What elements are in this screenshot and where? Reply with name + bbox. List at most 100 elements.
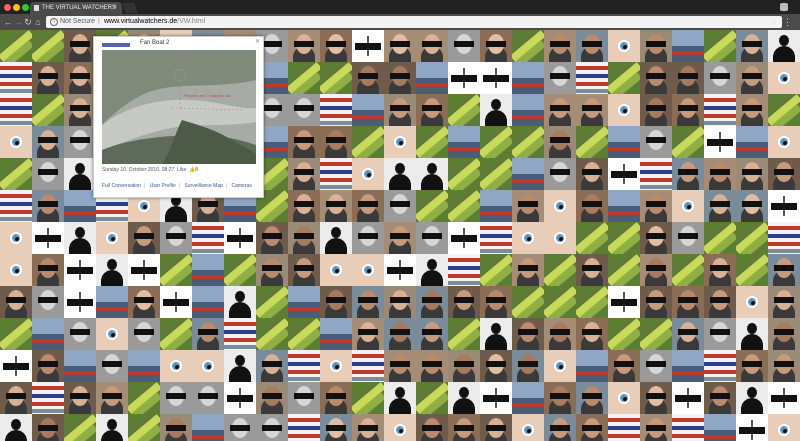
thumbnail[interactable]: [0, 190, 32, 222]
thumbnail[interactable]: [32, 350, 64, 382]
thumbnail[interactable]: [512, 222, 544, 254]
thumbnail[interactable]: [64, 158, 96, 190]
thumbnail[interactable]: [672, 94, 704, 126]
thumbnail[interactable]: [704, 286, 736, 318]
thumbnail[interactable]: [576, 222, 608, 254]
thumbnail[interactable]: [288, 350, 320, 382]
thumbnail[interactable]: [640, 222, 672, 254]
thumbnail[interactable]: [672, 414, 704, 441]
thumbnail[interactable]: [320, 30, 352, 62]
thumbnail[interactable]: [352, 30, 384, 62]
thumbnail[interactable]: [352, 414, 384, 441]
thumbnail[interactable]: [224, 350, 256, 382]
thumbnail[interactable]: [352, 254, 384, 286]
thumbnail[interactable]: [384, 190, 416, 222]
info-icon[interactable]: i: [50, 18, 58, 26]
thumbnail[interactable]: [96, 318, 128, 350]
like-button[interactable]: Like: [177, 167, 186, 173]
thumbnail[interactable]: [160, 350, 192, 382]
thumbnail[interactable]: [544, 126, 576, 158]
thumbnail[interactable]: [288, 190, 320, 222]
thumbnail[interactable]: [672, 126, 704, 158]
thumbnail[interactable]: [512, 350, 544, 382]
thumbnail[interactable]: [576, 158, 608, 190]
thumbnail[interactable]: [544, 318, 576, 350]
address-bar[interactable]: i Not Secure | www.virtualwatchers.de/VW…: [46, 16, 782, 28]
thumbnail[interactable]: [640, 190, 672, 222]
thumbnail[interactable]: [384, 350, 416, 382]
maximize-window-button[interactable]: [22, 4, 29, 11]
thumbnail[interactable]: [640, 318, 672, 350]
thumbnail[interactable]: [32, 62, 64, 94]
thumbnail[interactable]: [0, 318, 32, 350]
thumbnail[interactable]: [160, 382, 192, 414]
thumbnail[interactable]: [576, 62, 608, 94]
thumbnail[interactable]: [640, 382, 672, 414]
thumbnail[interactable]: [768, 414, 800, 441]
thumbnail[interactable]: [480, 190, 512, 222]
thumbnail[interactable]: [768, 30, 800, 62]
thumbnail[interactable]: [608, 94, 640, 126]
thumbnail[interactable]: [704, 350, 736, 382]
thumbnail[interactable]: [192, 382, 224, 414]
thumbnail[interactable]: [416, 222, 448, 254]
thumbnail[interactable]: [640, 414, 672, 441]
thumbnail[interactable]: [608, 254, 640, 286]
thumbnail[interactable]: [480, 382, 512, 414]
thumbnail[interactable]: [416, 62, 448, 94]
thumbnail[interactable]: [672, 158, 704, 190]
thumbnail[interactable]: [384, 158, 416, 190]
thumbnail[interactable]: [736, 382, 768, 414]
thumbnail[interactable]: [672, 62, 704, 94]
thumbnail[interactable]: [544, 30, 576, 62]
thumbnail[interactable]: [704, 94, 736, 126]
thumbnail[interactable]: [288, 30, 320, 62]
thumbnail[interactable]: [704, 30, 736, 62]
thumbnail[interactable]: [320, 62, 352, 94]
thumbnail[interactable]: [480, 414, 512, 441]
thumbnail[interactable]: [704, 158, 736, 190]
thumbnail[interactable]: [352, 318, 384, 350]
thumbnail[interactable]: [320, 222, 352, 254]
thumbnail[interactable]: [352, 286, 384, 318]
thumbnail[interactable]: [512, 30, 544, 62]
thumbnail[interactable]: [448, 126, 480, 158]
thumbnail[interactable]: [736, 126, 768, 158]
thumbnail[interactable]: [128, 318, 160, 350]
thumbnail[interactable]: [768, 94, 800, 126]
reload-button[interactable]: ↻: [23, 16, 33, 28]
surveillance-map-link[interactable]: Surveillance Map: [184, 183, 222, 189]
thumbnail[interactable]: [672, 222, 704, 254]
thumbnail[interactable]: [384, 222, 416, 254]
thumbnail[interactable]: [352, 382, 384, 414]
thumbnail[interactable]: [64, 222, 96, 254]
thumbnail[interactable]: [256, 254, 288, 286]
thumbnail[interactable]: [320, 286, 352, 318]
thumbnail[interactable]: [480, 30, 512, 62]
thumbnail[interactable]: [480, 350, 512, 382]
browser-tab[interactable]: THE VIRTUAL WATCHERS ×: [30, 2, 122, 14]
tab-close-icon[interactable]: ×: [113, 2, 117, 14]
thumbnail[interactable]: [256, 286, 288, 318]
full-conversation-link[interactable]: Full Conversation: [102, 183, 141, 189]
thumbnail[interactable]: [224, 286, 256, 318]
thumbnail[interactable]: [288, 62, 320, 94]
thumbnail[interactable]: [224, 318, 256, 350]
thumbnail[interactable]: [608, 382, 640, 414]
thumbnail[interactable]: [576, 286, 608, 318]
thumbnail[interactable]: [672, 30, 704, 62]
star-icon[interactable]: ☆: [770, 16, 778, 28]
thumbnail[interactable]: [704, 190, 736, 222]
thumbnail[interactable]: [384, 414, 416, 441]
thumbnail[interactable]: [160, 222, 192, 254]
thumbnail[interactable]: [448, 254, 480, 286]
thumbnail[interactable]: [32, 254, 64, 286]
thumbnail[interactable]: [576, 382, 608, 414]
thumbnail[interactable]: [352, 350, 384, 382]
thumbnail[interactable]: [416, 158, 448, 190]
thumbnail[interactable]: [64, 254, 96, 286]
thumbnail[interactable]: [768, 158, 800, 190]
thumbnail[interactable]: [608, 126, 640, 158]
thumbnail[interactable]: [0, 62, 32, 94]
thumbnail[interactable]: [480, 94, 512, 126]
